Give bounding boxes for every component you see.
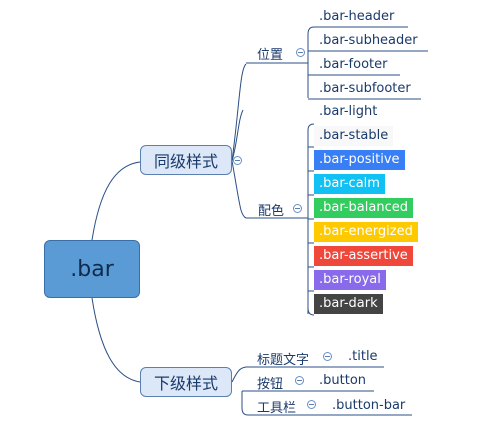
button-collapse-icon[interactable]: [295, 376, 304, 385]
leaf-bar-balanced[interactable]: .bar-balanced: [314, 198, 413, 218]
color-group-label[interactable]: 配色: [258, 200, 284, 219]
leaf-bar-subheader[interactable]: .bar-subheader: [314, 31, 423, 51]
root-node[interactable]: .bar: [44, 240, 140, 298]
leaf-bar-header[interactable]: .bar-header: [314, 7, 399, 27]
position-group-label[interactable]: 位置: [257, 44, 283, 63]
button-group-label[interactable]: 按钮: [257, 373, 283, 392]
mind-map-connectors: [91, 26, 428, 416]
children-branch-node[interactable]: 下级样式: [140, 367, 232, 397]
root-to-siblings-connector: [91, 161, 141, 241]
leaf-bar-assertive[interactable]: .bar-assertive: [314, 246, 413, 266]
title-group-label[interactable]: 标题文字: [257, 349, 309, 368]
leaf-bar-subfooter[interactable]: .bar-subfooter: [314, 79, 416, 99]
leaf-bar-royal[interactable]: .bar-royal: [314, 270, 386, 290]
leaf-button-bar[interactable]: .button-bar: [327, 396, 410, 416]
toolbar-collapse-icon[interactable]: [307, 400, 316, 409]
siblings-branch-node[interactable]: 同级样式: [140, 145, 232, 175]
leaf-bar-dark[interactable]: .bar-dark: [314, 294, 383, 314]
leaf-bar-stable[interactable]: .bar-stable: [314, 126, 394, 146]
children-vertical: [241, 391, 249, 416]
siblings-collapse-icon[interactable]: [233, 156, 242, 165]
leaf-title[interactable]: .title: [343, 347, 383, 367]
color-collapse-icon[interactable]: [293, 204, 302, 213]
leaf-bar-calm[interactable]: .bar-calm: [314, 174, 385, 194]
color-group-connector: [231, 160, 247, 219]
leaf-bar-positive[interactable]: .bar-positive: [314, 150, 405, 170]
leaf-bar-footer[interactable]: .bar-footer: [314, 55, 392, 75]
leaf-button[interactable]: .button: [314, 371, 371, 391]
position-group-connector: [231, 63, 247, 162]
leaf-bar-energized[interactable]: .bar-energized: [314, 222, 418, 242]
children-branch-connector: [231, 366, 247, 383]
toolbar-group-label[interactable]: 工具栏: [257, 397, 296, 416]
position-collapse-icon[interactable]: [296, 48, 305, 57]
leaf-bar-light[interactable]: .bar-light: [314, 102, 383, 122]
title-collapse-icon[interactable]: [323, 352, 332, 361]
root-to-children-connector: [91, 297, 141, 383]
